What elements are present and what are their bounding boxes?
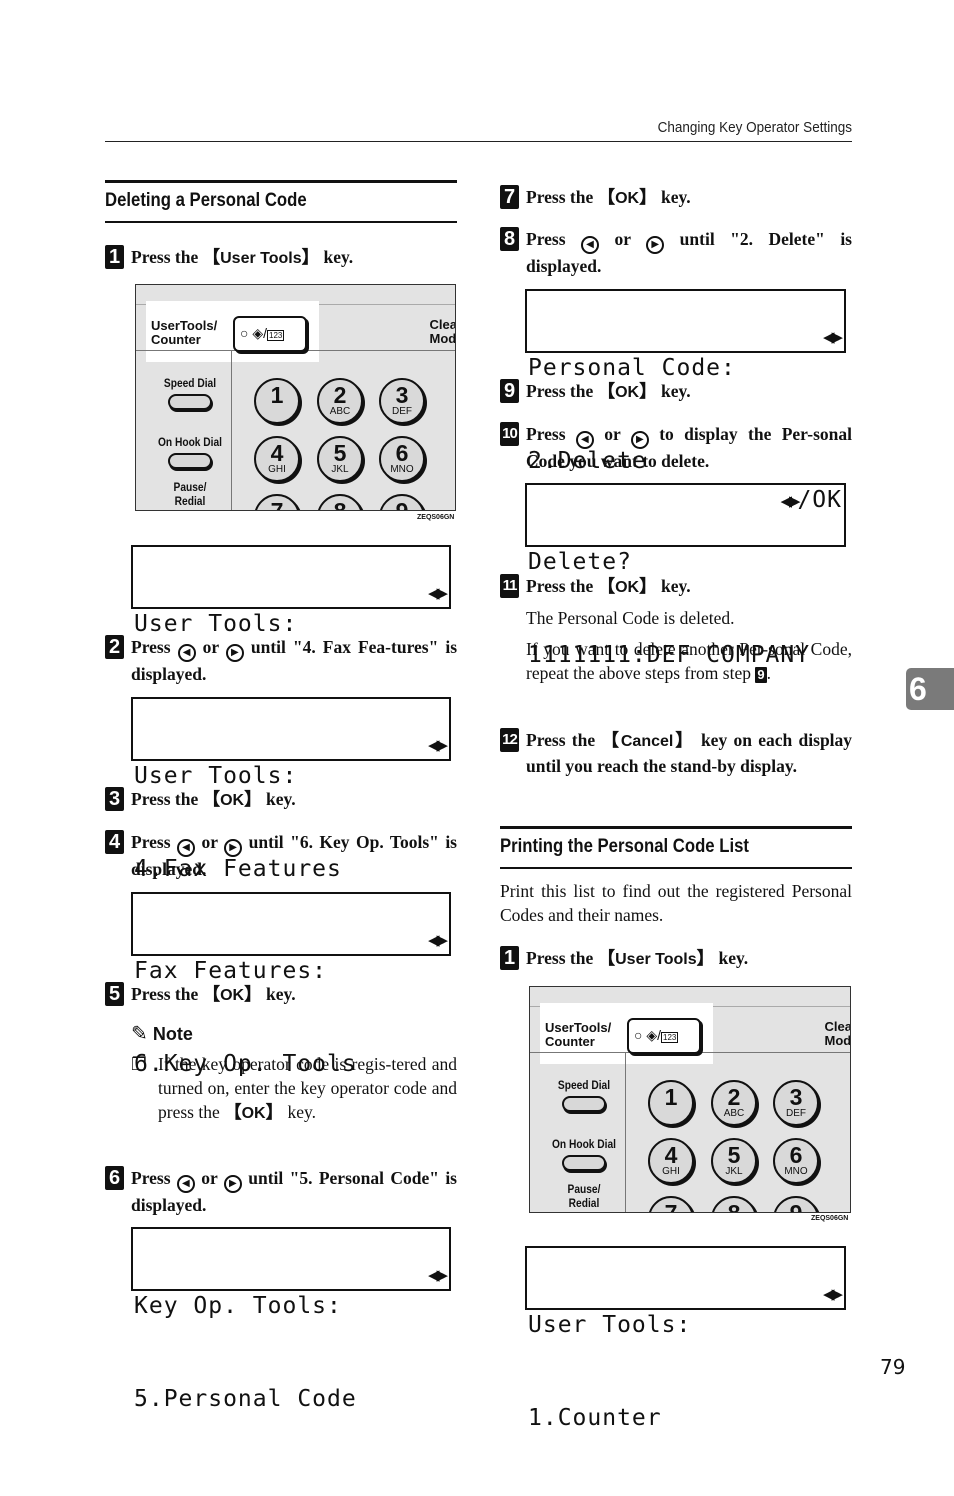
left-right-arrows-icon: ◀▶ <box>428 582 448 604</box>
key-5: 5 JKL <box>711 1138 757 1184</box>
user-tools-label: UserTools/Counter <box>151 318 218 347</box>
key-6: 6 MNO <box>379 436 425 482</box>
step-11-info: If you want to delete another Per-sonal … <box>526 639 852 683</box>
step-1: 1 Press the 【User Tools】 key. <box>105 245 457 271</box>
key-8: 8 <box>317 494 363 510</box>
key-user-tools: User Tools <box>220 250 302 267</box>
key-1: 1 <box>648 1080 694 1126</box>
on-hook-dial-button <box>168 453 212 469</box>
key-3: 3 DEF <box>773 1080 819 1126</box>
key-5: 5 JKL <box>317 436 363 482</box>
lcd-display: Key Op. Tools: 5.Personal Code ◀▶ <box>131 1227 451 1412</box>
key-user-tools: User Tools <box>615 951 697 968</box>
key-1: 1 <box>254 378 300 424</box>
key-4: 4 GHI <box>648 1138 694 1184</box>
section-title: Deleting a Personal Code <box>105 190 307 211</box>
lcd-display: Personal Code: 2.Delete ◀▶ <box>525 289 846 474</box>
left-arrow-key-icon: ◀ <box>176 1175 195 1193</box>
lcd-ok-indicator: ◀▶/OK <box>780 487 842 513</box>
step-12: 12 Press the 【Cancel】 key on each displa… <box>500 728 852 778</box>
key-ok: OK <box>615 579 640 596</box>
step-8: 8 Press ◀ or ▶ until "2. Delete" is disp… <box>500 227 852 278</box>
step-number: 1 <box>105 245 124 269</box>
key-7: 7 <box>648 1196 694 1212</box>
key-ok: OK <box>615 384 640 401</box>
control-panel-figure: UserTools/Counter ○ ◈/123 Clea Mod Speed … <box>529 986 851 1213</box>
speed-dial-button <box>562 1096 606 1112</box>
step-4: 4 Press ◀ or ▶ until "6. Key Op. Tools" … <box>105 830 457 881</box>
control-panel-figure: UserTools/Counter ○ ◈/123 Clea Mod Speed … <box>135 284 456 511</box>
section-rule-top <box>105 180 457 183</box>
right-arrow-key-icon: ▶ <box>630 431 649 449</box>
left-arrow-key-icon: ◀ <box>177 644 196 662</box>
lcd-display: Delete? 1111111:DEF COMPANY ◀▶/OK <box>525 483 846 668</box>
step-11-result: The Personal Code is deleted. <box>526 608 735 628</box>
key-9: 9 <box>773 1196 819 1212</box>
user-tools-counter-button: ○ ◈/123 <box>233 316 307 352</box>
key-7: 7 <box>254 494 300 510</box>
key-9: 9 <box>379 494 425 510</box>
step-9: 9 Press the 【OK】 key. <box>500 379 852 405</box>
page-number: 79 <box>880 1355 906 1379</box>
step-3: 3 Press the 【OK】 key. <box>105 787 457 813</box>
step-5: 5 Press the 【OK】 key. <box>105 982 457 1008</box>
left-arrow-key-icon: ◀ <box>581 236 600 254</box>
key-8: 8 <box>711 1196 757 1212</box>
lcd-display: User Tools: 1.Counter ◀▶ <box>131 545 451 730</box>
speed-dial-button <box>168 394 212 410</box>
left-arrow-key-icon: ◀ <box>177 839 195 857</box>
left-right-arrows-icon: ◀▶ <box>428 929 448 951</box>
lcd-display: Fax Features: 6.Key Op. Tools ◀▶ <box>131 892 451 1077</box>
right-arrow-key-icon: ▶ <box>223 1175 242 1193</box>
chapter-tab: 6 <box>906 668 954 710</box>
key-2: 2 ABC <box>711 1080 757 1126</box>
note-item: ❐ If the key operator code is regis-tere… <box>131 1054 457 1123</box>
step-6: 6 Press ◀ or ▶ until "5. Personal Code" … <box>105 1166 457 1217</box>
section-rule-bottom <box>500 867 852 869</box>
key-6: 6 MNO <box>773 1138 819 1184</box>
section-rule-bottom <box>105 221 457 223</box>
lcd-display: User Tools: 4.Fax Features ◀▶ <box>131 697 451 882</box>
section-intro: Print this list to find out the register… <box>500 881 852 925</box>
left-right-arrows-icon: ◀▶ <box>428 734 448 756</box>
header-rule <box>105 141 852 142</box>
checkbox-bullet-icon: ❐ <box>131 1054 147 1074</box>
left-arrow-key-icon: ◀ <box>575 431 594 449</box>
section-rule-top <box>500 826 852 829</box>
section-title: Printing the Personal Code List <box>500 836 749 857</box>
left-right-arrows-icon: ◀▶ <box>823 326 843 348</box>
on-hook-dial-button <box>562 1155 606 1171</box>
left-right-arrows-icon: ◀▶ <box>428 1264 448 1286</box>
left-right-arrows-icon: ◀▶ <box>823 1283 843 1305</box>
right-arrow-key-icon: ▶ <box>646 236 665 254</box>
right-arrow-key-icon: ▶ <box>224 839 243 857</box>
key-3: 3 DEF <box>379 378 425 424</box>
key-2: 2 ABC <box>317 378 363 424</box>
step-reference: 9 <box>755 667 767 683</box>
step-2: 2 Press ◀ or ▶ until "4. Fax Fea-tures" … <box>105 635 457 686</box>
key-ok: OK <box>241 1105 266 1122</box>
running-header: Changing Key Operator Settings <box>657 119 852 136</box>
user-tools-counter-button: ○ ◈/123 <box>627 1018 701 1054</box>
left-right-arrows-icon: ◀▶ <box>780 490 801 512</box>
step-11: 11 Press the 【OK】 key. <box>500 574 852 600</box>
lcd-display: User Tools: 1.Counter ◀▶ <box>525 1246 846 1431</box>
note-heading: ✎ Note <box>131 1021 193 1045</box>
key-ok: OK <box>220 792 245 809</box>
step-10: 10 Press ◀ or ▶ to display the Per-sonal… <box>500 422 852 473</box>
key-4: 4 GHI <box>254 436 300 482</box>
key-cancel: Cancel <box>620 733 674 750</box>
key-ok: OK <box>615 190 640 207</box>
clear-modes-label: Clea Mod <box>429 317 456 346</box>
pencil-icon: ✎ <box>131 1021 148 1045</box>
figure-code: ZEQS06GN <box>811 1215 849 1222</box>
step-1-print: 1 Press the 【User Tools】 key. <box>500 946 852 972</box>
step-7: 7 Press the 【OK】 key. <box>500 185 852 211</box>
key-ok: OK <box>220 987 245 1004</box>
right-arrow-key-icon: ▶ <box>225 644 244 662</box>
figure-code: ZEQS06GN <box>417 514 455 521</box>
